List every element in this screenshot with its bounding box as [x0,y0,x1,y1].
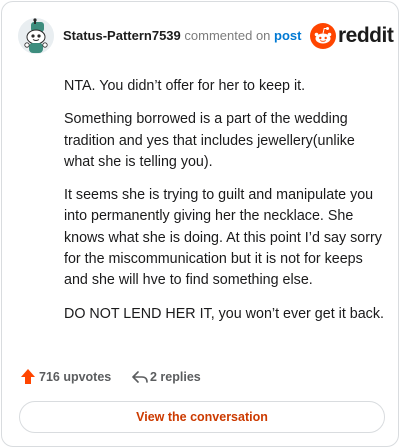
comment-paragraph: Something borrowed is a part of the wedd… [64,111,355,170]
upvote-count: 716 upvotes [39,370,112,384]
reply-count[interactable]: 2 replies [150,370,201,385]
view-conversation-button[interactable]: View the conversation [19,401,385,433]
comment-stats: 716 upvotes 2 replies [20,366,320,388]
comment-body: NTA. You didn’t offer for her to keep it… [64,76,384,337]
reddit-wordmark: reddit [338,24,394,47]
reddit-logo[interactable]: reddit [310,23,394,49]
reddit-logo-icon [310,23,336,49]
comment-byline: Status-Pattern7539 commented on post [63,28,301,44]
snoo-avatar-icon [18,18,54,54]
post-link[interactable]: post [274,28,301,43]
comment-paragraph: DO NOT LEND HER IT, you won’t ever get i… [64,305,384,322]
comment-paragraph: It seems she is trying to guilt and mani… [64,187,382,289]
username-link[interactable]: Status-Pattern7539 [63,28,181,43]
reply-arrow-icon[interactable] [131,369,149,385]
action-text: commented on [184,28,271,43]
comment-card: Status-Pattern7539 commented on post red… [1,1,399,447]
upvote-arrow-icon[interactable] [20,368,36,385]
comment-header: Status-Pattern7539 commented on post red… [18,18,394,54]
comment-paragraph: NTA. You didn’t offer for her to keep it… [64,78,306,94]
avatar[interactable] [18,18,54,54]
